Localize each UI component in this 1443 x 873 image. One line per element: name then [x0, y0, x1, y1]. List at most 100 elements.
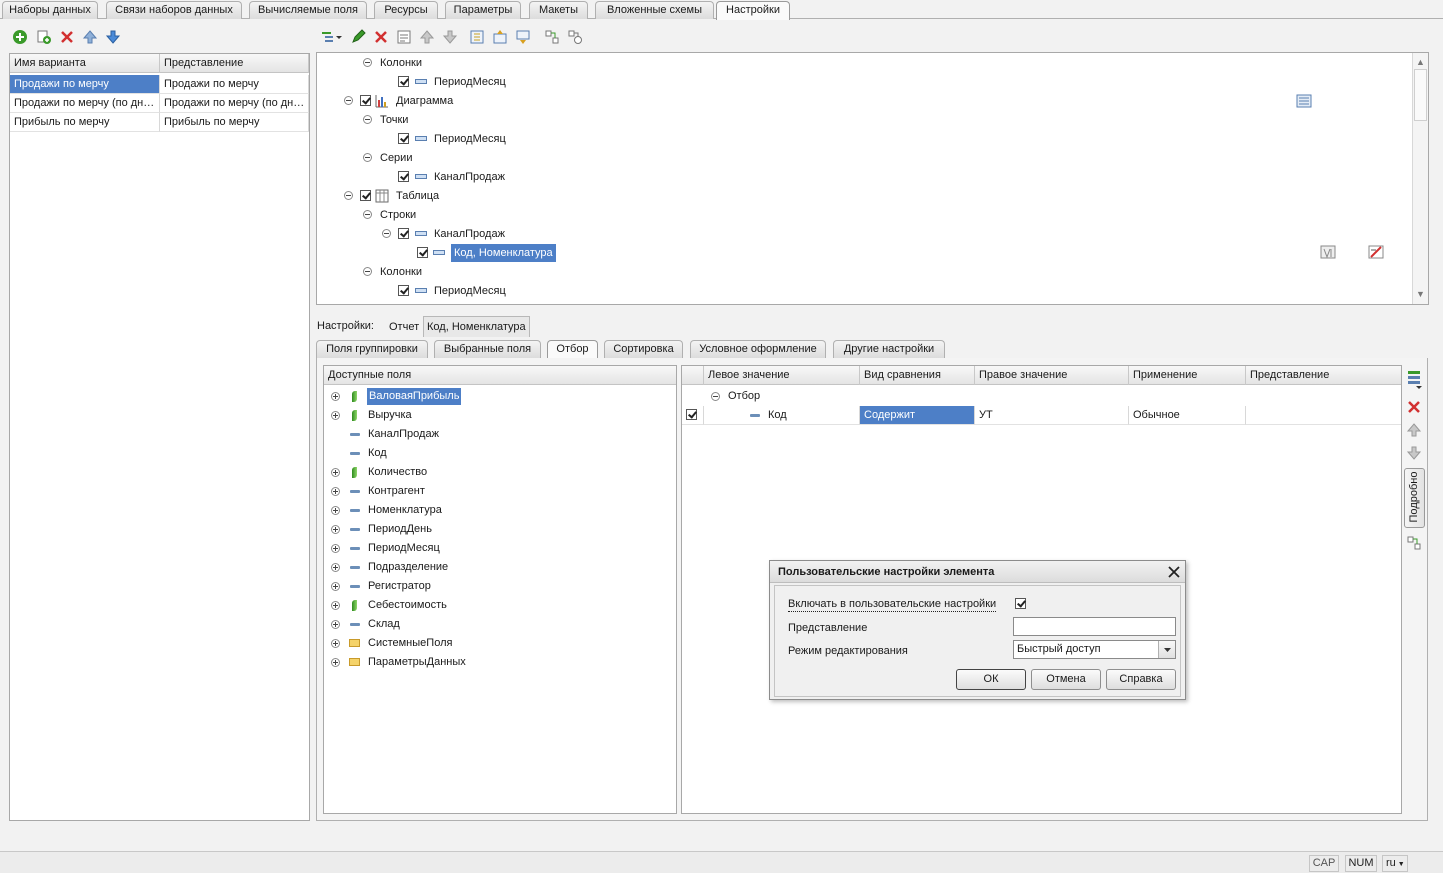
list-item[interactable]: Регистратор: [324, 577, 676, 596]
list-item[interactable]: Себестоимость: [324, 596, 676, 615]
presentation-field[interactable]: [1013, 617, 1176, 636]
expand-icon[interactable]: [331, 563, 340, 572]
filter-active-icon[interactable]: [1368, 244, 1384, 260]
tab-filter[interactable]: Отбор: [547, 340, 598, 359]
col-presentation[interactable]: Представление: [160, 54, 309, 73]
col-variant-name[interactable]: Имя варианта: [10, 54, 160, 73]
tree-node-columns[interactable]: Колонки: [380, 265, 422, 279]
tab-resources[interactable]: Ресурсы: [374, 1, 438, 19]
list-item[interactable]: КаналПродаж: [324, 425, 676, 444]
col-presentation[interactable]: Представление: [1246, 366, 1401, 385]
structure-settings-icon[interactable]: [1406, 535, 1422, 551]
tab-conditional-appearance[interactable]: Условное оформление: [690, 340, 826, 358]
expand-icon[interactable]: [331, 544, 340, 553]
cancel-button[interactable]: Отмена: [1031, 669, 1101, 690]
expand-icon[interactable]: [331, 525, 340, 534]
chevron-down-icon[interactable]: [1158, 641, 1175, 658]
filter-use-cell[interactable]: [682, 406, 704, 425]
chart-settings-icon[interactable]: [1296, 93, 1312, 109]
move-up-icon[interactable]: [1406, 422, 1422, 438]
move-down-icon[interactable]: [442, 29, 458, 45]
filter-usage-cell[interactable]: Обычное: [1129, 406, 1246, 425]
move-up-icon[interactable]: [419, 29, 435, 45]
scroll-up-icon[interactable]: ▲: [1416, 57, 1425, 67]
tree-node-table[interactable]: Таблица: [396, 189, 439, 203]
expand-icon[interactable]: [331, 487, 340, 496]
group-icon[interactable]: [469, 29, 485, 45]
list-item[interactable]: Продажи по мерчу Продажи по мерчу: [10, 75, 309, 94]
filter-left-cell[interactable]: Код: [704, 406, 860, 425]
tree-node-chart[interactable]: Диаграмма: [396, 94, 453, 108]
enabled-checkbox[interactable]: [398, 285, 409, 296]
list-item[interactable]: Продажи по мерчу (по дня… Продажи по мер…: [10, 94, 309, 113]
col-left-value[interactable]: Левое значение: [704, 366, 860, 385]
collapse-icon[interactable]: [344, 96, 353, 105]
mode-select[interactable]: Быстрый доступ: [1013, 640, 1176, 659]
expand-icon[interactable]: [331, 582, 340, 591]
expand-icon[interactable]: [331, 620, 340, 629]
use-checkbox[interactable]: [686, 409, 697, 420]
tree-node-field[interactable]: ПериодМесяц: [434, 132, 506, 146]
tab-selected-fields[interactable]: Выбранные поля: [434, 340, 541, 358]
properties-icon[interactable]: [396, 29, 412, 45]
expand-icon[interactable]: [331, 392, 340, 401]
language-selector[interactable]: ru ▼: [1382, 855, 1408, 872]
expand-icon[interactable]: [331, 639, 340, 648]
collapse-icon[interactable]: [344, 191, 353, 200]
filter-comparison-cell[interactable]: Содержит: [860, 406, 975, 425]
filter-row[interactable]: Код Содержит УТ Обычное: [682, 406, 1401, 425]
tab-templates[interactable]: Макеты: [529, 1, 588, 19]
tab-calculated-fields[interactable]: Вычисляемые поля: [249, 1, 367, 19]
expand-icon[interactable]: [331, 468, 340, 477]
list-item[interactable]: Контрагент: [324, 482, 676, 501]
tree-node-field[interactable]: КаналПродаж: [434, 227, 505, 241]
tab-settings[interactable]: Настройки: [716, 1, 790, 20]
list-item[interactable]: ПараметрыДанных: [324, 653, 676, 672]
group-settings-icon[interactable]: [1320, 244, 1336, 260]
tree-node-field[interactable]: ПериодМесяц: [434, 75, 506, 89]
add-icon[interactable]: [12, 29, 28, 45]
collapse-icon[interactable]: [363, 153, 372, 162]
list-item[interactable]: Подразделение: [324, 558, 676, 577]
collapse-icon[interactable]: [363, 267, 372, 276]
list-item[interactable]: Прибыль по мерчу Прибыль по мерчу: [10, 113, 309, 132]
collapse-icon[interactable]: [382, 229, 391, 238]
move-down-icon[interactable]: [105, 29, 121, 45]
enabled-checkbox[interactable]: [398, 133, 409, 144]
tree-node-columns[interactable]: Колонки: [380, 56, 422, 70]
list-item[interactable]: Склад: [324, 615, 676, 634]
group-up-icon[interactable]: [492, 29, 508, 45]
tab-other-settings[interactable]: Другие настройки: [833, 340, 945, 358]
group-down-icon[interactable]: [515, 29, 531, 45]
delete-icon[interactable]: [59, 29, 75, 45]
settings-current-element[interactable]: Код, Номенклатура: [423, 316, 530, 337]
tree-node-field[interactable]: КаналПродаж: [434, 170, 505, 184]
scrollbar-thumb[interactable]: [1414, 69, 1427, 121]
collapse-icon[interactable]: [363, 115, 372, 124]
collapse-icon[interactable]: [363, 58, 372, 67]
structure-settings-icon[interactable]: [544, 29, 560, 45]
tab-parameters[interactable]: Параметры: [445, 1, 521, 19]
tab-grouping-fields[interactable]: Поля группировки: [316, 340, 428, 358]
list-item[interactable]: Номенклатура: [324, 501, 676, 520]
collapse-icon[interactable]: [363, 210, 372, 219]
enabled-checkbox[interactable]: [398, 228, 409, 239]
settings-report-link[interactable]: Отчет: [389, 320, 419, 334]
include-checkbox[interactable]: [1015, 598, 1026, 609]
add-condition-icon[interactable]: [1406, 368, 1422, 390]
tab-sorting[interactable]: Сортировка: [604, 340, 683, 358]
enabled-checkbox[interactable]: [360, 95, 371, 106]
col-usage[interactable]: Применение: [1129, 366, 1246, 385]
delete-icon[interactable]: [373, 29, 389, 45]
list-item[interactable]: Код: [324, 444, 676, 463]
delete-icon[interactable]: [1406, 399, 1422, 415]
expand-icon[interactable]: [331, 411, 340, 420]
expand-icon[interactable]: [331, 506, 340, 515]
tab-dataset-links[interactable]: Связи наборов данных: [106, 1, 242, 19]
list-item[interactable]: Выручка: [324, 406, 676, 425]
move-down-icon[interactable]: [1406, 445, 1422, 461]
list-item[interactable]: СистемныеПоля: [324, 634, 676, 653]
copy-icon[interactable]: [36, 29, 52, 45]
enabled-checkbox[interactable]: [398, 76, 409, 87]
help-button[interactable]: Справка: [1106, 669, 1176, 690]
